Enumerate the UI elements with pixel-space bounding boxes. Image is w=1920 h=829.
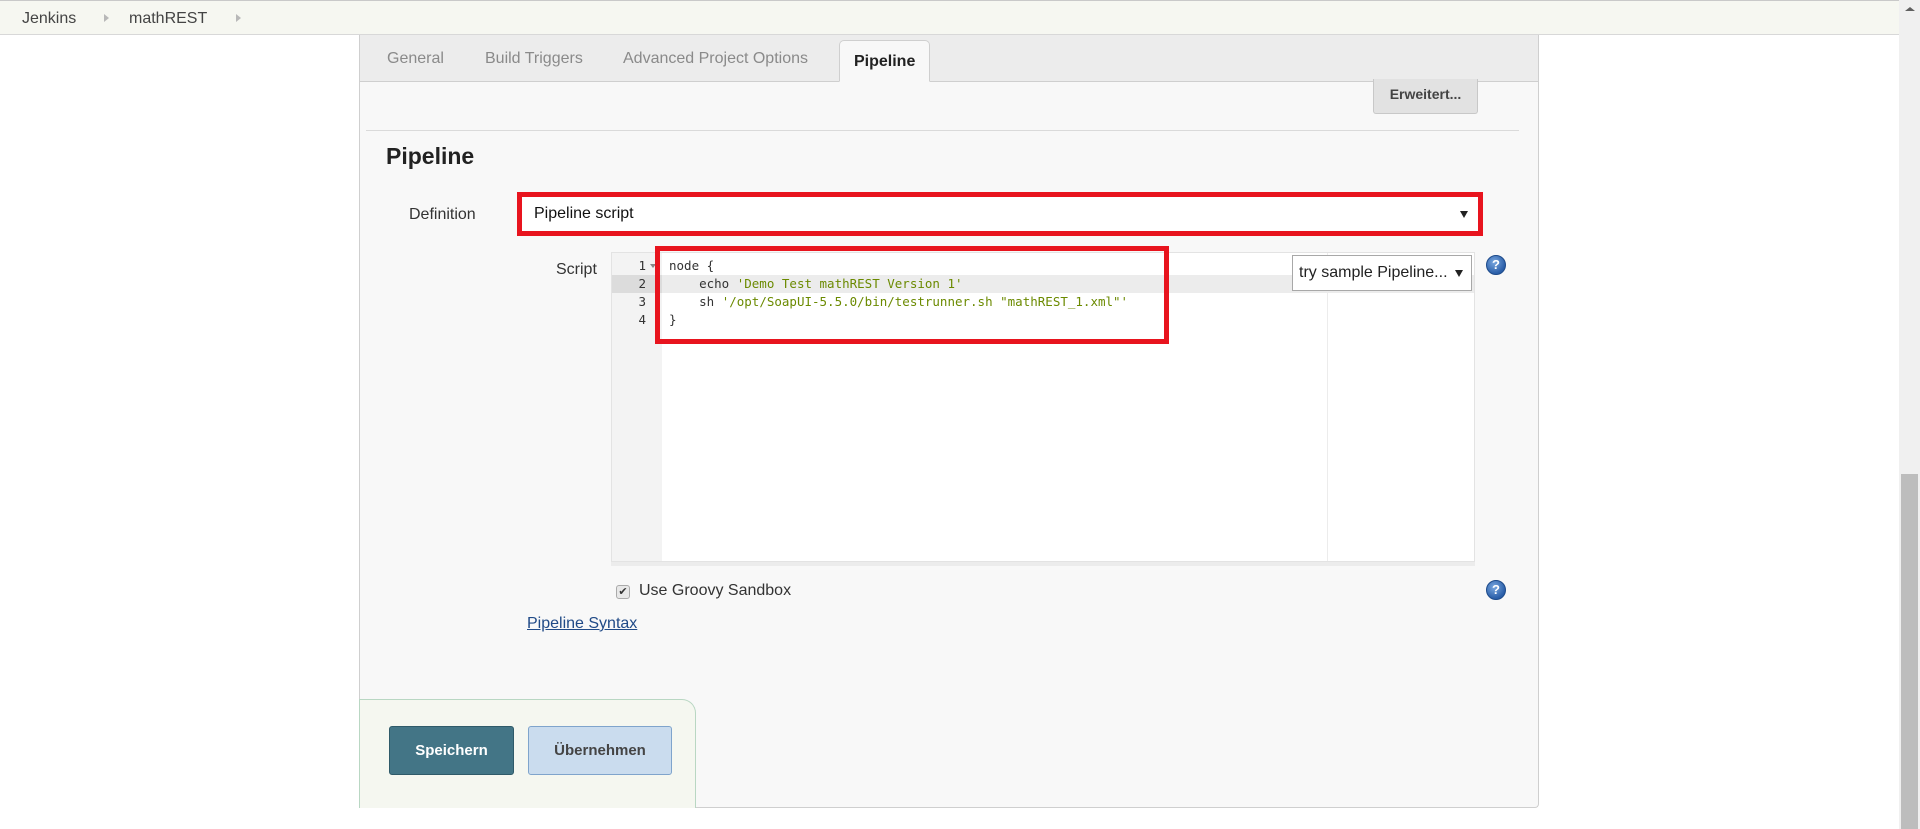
code-keyword: echo (669, 276, 737, 291)
groovy-sandbox-label: Use Groovy Sandbox (639, 582, 792, 599)
breadcrumb-separator-icon[interactable] (104, 14, 109, 22)
sample-pipeline-select[interactable]: try sample Pipeline... (1292, 255, 1472, 291)
tab-build-triggers[interactable]: Build Triggers (485, 50, 583, 68)
code-text: sh '/opt/SoapUI-5.5.0/bin/testrunner.sh … (669, 293, 1128, 311)
tab-pipeline[interactable]: Pipeline (839, 40, 931, 82)
save-button[interactable]: Speichern (389, 726, 514, 775)
config-tabbar: General Build Triggers Advanced Project … (360, 35, 1538, 82)
pipeline-syntax-link[interactable]: Pipeline Syntax (527, 615, 637, 633)
bottom-button-bar: Speichern Übernehmen (359, 699, 696, 808)
vertical-scrollbar[interactable] (1899, 0, 1920, 829)
dropdown-caret-icon (1455, 270, 1463, 277)
code-text: node { (669, 258, 715, 273)
code-line-3[interactable]: 3 sh '/opt/SoapUI-5.5.0/bin/testrunner.s… (612, 293, 1474, 311)
breadcrumb-item-jenkins[interactable]: Jenkins (22, 10, 76, 28)
config-panel: General Build Triggers Advanced Project … (359, 35, 1539, 808)
scrollbar-thumb[interactable] (1901, 474, 1918, 829)
line-number: 3 (638, 294, 646, 309)
code-text: } (669, 312, 677, 327)
dropdown-caret-icon (1460, 211, 1468, 218)
code-string: '/opt/SoapUI-5.5.0/bin/testrunner.sh "ma… (721, 294, 1129, 309)
help-icon[interactable]: ? (1486, 580, 1506, 600)
breadcrumb-item-mathrest[interactable]: mathREST (129, 10, 207, 28)
section-divider (366, 130, 1519, 131)
line-number: 4 (638, 312, 646, 327)
help-icon[interactable]: ? (1486, 255, 1506, 275)
code-string: 'Demo Test mathREST Version 1' (736, 276, 963, 291)
groovy-sandbox-checkbox[interactable]: ✔ (616, 585, 630, 599)
fold-arrow-icon[interactable] (650, 264, 656, 268)
script-label: Script (556, 261, 597, 278)
script-editor[interactable]: 1 node { 2 echo 'Demo Test mathREST Vers… (611, 252, 1475, 562)
advanced-button[interactable]: Erweitert... (1373, 79, 1478, 114)
checkmark-icon: ✔ (618, 586, 628, 598)
tab-advanced-project-options[interactable]: Advanced Project Options (623, 50, 808, 68)
apply-button[interactable]: Übernehmen (528, 726, 672, 775)
code-line-4[interactable]: 4 } (612, 311, 1474, 329)
code-keyword: sh (669, 294, 722, 309)
code-text: echo 'Demo Test mathREST Version 1' (669, 275, 963, 293)
scroll-up-arrow-icon[interactable] (1905, 7, 1915, 11)
breadcrumb: Jenkins mathREST (0, 0, 1899, 35)
line-number: 2 (612, 275, 662, 293)
sample-pipeline-select-value: try sample Pipeline... (1299, 264, 1448, 281)
breadcrumb-separator-icon[interactable] (236, 14, 241, 22)
definition-select-value: Pipeline script (534, 205, 634, 222)
definition-select[interactable]: Pipeline script (522, 197, 1478, 231)
section-title: Pipeline (386, 143, 475, 169)
tab-general[interactable]: General (387, 50, 444, 68)
definition-label: Definition (409, 206, 476, 223)
